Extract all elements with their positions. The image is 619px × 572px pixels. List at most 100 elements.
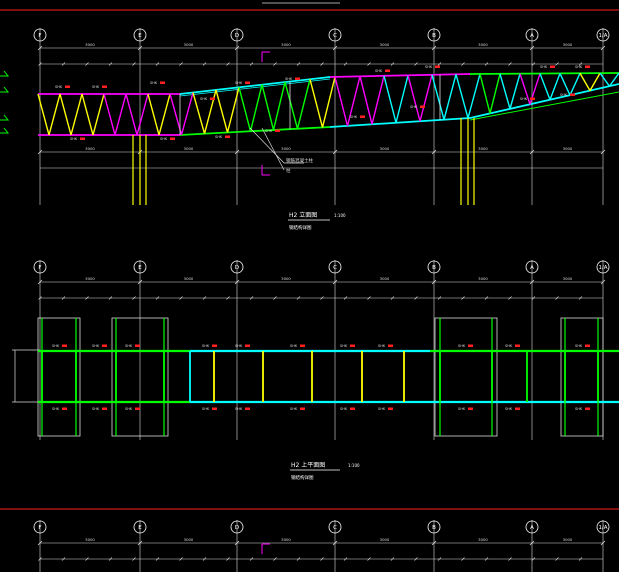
member-label: SHK [202, 344, 210, 348]
member-label: SHK [52, 344, 60, 348]
grid-axis-label: F [38, 525, 41, 531]
member-tag [80, 137, 85, 140]
dimension-text: 3000 [478, 42, 488, 47]
dimension-text: 3000 [281, 146, 291, 151]
member-label: SHK [425, 65, 433, 69]
grid-axis-label: A [530, 33, 534, 39]
grid-axis-label: D [235, 265, 239, 271]
member-tag [388, 407, 393, 410]
grid-axis-label: F [38, 265, 41, 271]
member-label: SHK [340, 344, 348, 348]
member-label: SHK [92, 85, 100, 89]
member-label: SHK [150, 81, 158, 85]
grid-axis-label: E [138, 33, 142, 39]
dimension-text: 3000 [380, 42, 390, 47]
member-label: SHK [92, 344, 100, 348]
member-tag [550, 65, 555, 68]
member-tag [350, 407, 355, 410]
plan-title: H2 上平面图 [291, 461, 325, 469]
member-tag [530, 97, 535, 100]
dimension-text: 3000 [478, 537, 488, 542]
grid-axis-label: B [432, 525, 436, 531]
member-label: SHK [560, 93, 568, 97]
leader-note-1: 钢筋混凝土柱 [286, 157, 313, 164]
member-tag [135, 407, 140, 410]
member-label: SHK [505, 407, 513, 411]
member-tag [585, 407, 590, 410]
dimension-text: 3000 [380, 276, 390, 281]
dimension-text: 3000 [85, 42, 95, 47]
member-tag [245, 407, 250, 410]
member-tag [468, 407, 473, 410]
dimension-text: 3000 [478, 276, 488, 281]
dimension-text: 3000 [563, 276, 573, 281]
dimension-text: 3000 [184, 537, 194, 542]
dimension-text: 3000 [563, 537, 573, 542]
member-label: SHK [458, 407, 466, 411]
member-tag [435, 65, 440, 68]
grid-axis-label: 1/A [598, 265, 607, 271]
cad-drawing-canvas: F E D C B A 1/A 3000 3000 3000 3000 3000 3000 3000 30… [0, 0, 619, 572]
member-label: SHK [290, 407, 298, 411]
member-tag [62, 407, 67, 410]
dimension-text: 3000 [85, 146, 95, 151]
member-tag [212, 407, 217, 410]
grid-axis-label: E [138, 265, 142, 271]
grid-axis-label: B [432, 265, 436, 271]
plan-subtitle: 钢结构详图 [291, 474, 314, 481]
dimension-text: 3000 [85, 276, 95, 281]
member-label: SHK [350, 115, 358, 119]
member-label: SHK [520, 97, 528, 101]
member-label: SHK [285, 77, 293, 81]
elevation-title: H2 立面图 [289, 211, 317, 219]
leader-note-2: 柱 [286, 167, 291, 174]
member-label: SHK [375, 69, 383, 73]
grid-axis-label: F [38, 33, 41, 39]
grid-axis-label: C [333, 33, 337, 39]
dimension-text: 3000 [281, 537, 291, 542]
member-label: SHK [200, 97, 208, 101]
member-tag [245, 81, 250, 84]
member-tag [210, 97, 215, 100]
member-label: SHK [410, 105, 418, 109]
member-tag [515, 407, 520, 410]
member-tag [385, 69, 390, 72]
dimension-text: 3000 [563, 146, 573, 151]
member-tag [350, 344, 355, 347]
grid-axis-label: C [333, 265, 337, 271]
member-tag [245, 344, 250, 347]
member-label: SHK [125, 344, 133, 348]
member-tag [585, 344, 590, 347]
member-tag [300, 344, 305, 347]
elevation-subtitle: 钢结构详图 [289, 224, 312, 231]
member-label: SHK [160, 137, 168, 141]
member-label: SHK [340, 407, 348, 411]
member-label: SHK [575, 407, 583, 411]
member-label: SHK [125, 407, 133, 411]
member-tag [170, 137, 175, 140]
member-tag [275, 129, 280, 132]
grid-axis-label: B [432, 33, 436, 39]
member-tag [212, 344, 217, 347]
grid-axis-label: D [235, 33, 239, 39]
dimension-text: 3000 [281, 276, 291, 281]
member-label: SHK [235, 344, 243, 348]
member-label: SHK [70, 137, 78, 141]
member-label: SHK [378, 344, 386, 348]
member-tag [420, 105, 425, 108]
member-tag [102, 407, 107, 410]
member-tag [102, 344, 107, 347]
member-label: SHK [540, 65, 548, 69]
grid-axis-label: 1/A [598, 525, 607, 531]
member-label: SHK [458, 344, 466, 348]
grid-axis-label: 1/A [598, 33, 607, 39]
member-tag [62, 344, 67, 347]
member-label: SHK [575, 344, 583, 348]
dimension-text: 3000 [184, 276, 194, 281]
dimension-text: 3000 [380, 537, 390, 542]
grid-axis-label: D [235, 525, 239, 531]
member-label: SHK [202, 407, 210, 411]
dimension-text: 3000 [380, 146, 390, 151]
member-label: SHK [505, 344, 513, 348]
member-label: SHK [575, 65, 583, 69]
